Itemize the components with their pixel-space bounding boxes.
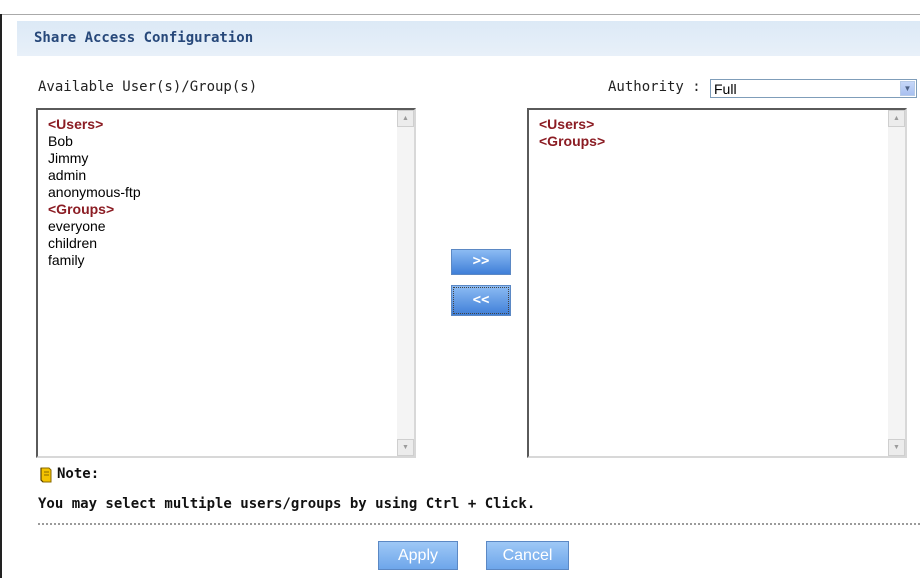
list-group-header[interactable]: <Groups> xyxy=(48,201,388,218)
list-item[interactable]: admin xyxy=(48,167,388,184)
authority-selected-value: Full xyxy=(714,81,737,97)
separator xyxy=(38,523,920,525)
available-label: Available User(s)/Group(s) xyxy=(38,79,258,95)
list-item[interactable]: Jimmy xyxy=(48,150,388,167)
list-item[interactable]: Bob xyxy=(48,133,388,150)
assigned-users-groups-list[interactable]: <Users> <Groups> ▲ ▼ xyxy=(527,108,907,458)
chevron-down-icon[interactable]: ▼ xyxy=(900,81,915,96)
panel-title-bar: Share Access Configuration xyxy=(17,21,920,56)
note-text: You may select multiple users/groups by … xyxy=(38,496,536,512)
list-group-header[interactable]: <Users> xyxy=(539,116,879,133)
assigned-items: <Users> <Groups> xyxy=(539,116,879,150)
frame-left-border xyxy=(0,14,2,578)
scroll-down-arrow-icon[interactable]: ▼ xyxy=(888,439,905,456)
cropped-caption xyxy=(0,0,920,14)
list-group-header[interactable]: <Users> xyxy=(48,116,388,133)
cancel-button[interactable]: Cancel xyxy=(486,541,569,570)
note-label: Note: xyxy=(57,466,100,482)
list-item[interactable]: anonymous-ftp xyxy=(48,184,388,201)
panel-title: Share Access Configuration xyxy=(34,30,254,46)
note-book-icon xyxy=(40,467,52,483)
remove-from-share-button[interactable]: << xyxy=(451,285,511,316)
scroll-down-arrow-icon[interactable]: ▼ xyxy=(397,439,414,456)
assigned-list-scrollbar[interactable]: ▲ ▼ xyxy=(888,110,905,456)
scroll-up-arrow-icon[interactable]: ▲ xyxy=(397,110,414,127)
available-list-scrollbar[interactable]: ▲ ▼ xyxy=(397,110,414,456)
frame-top-border xyxy=(0,14,920,15)
scroll-up-arrow-icon[interactable]: ▲ xyxy=(888,110,905,127)
apply-button[interactable]: Apply xyxy=(378,541,458,570)
add-to-share-button[interactable]: >> xyxy=(451,249,511,275)
list-item[interactable]: everyone xyxy=(48,218,388,235)
list-item[interactable]: children xyxy=(48,235,388,252)
available-users-groups-list[interactable]: <Users> Bob Jimmy admin anonymous-ftp <Groups… xyxy=(36,108,416,458)
list-group-header[interactable]: <Groups> xyxy=(539,133,879,150)
authority-label: Authority : xyxy=(608,79,701,95)
available-items: <Users> Bob Jimmy admin anonymous-ftp <Groups… xyxy=(48,116,388,269)
list-item[interactable]: family xyxy=(48,252,388,269)
authority-select[interactable]: Full ▼ xyxy=(710,79,917,98)
